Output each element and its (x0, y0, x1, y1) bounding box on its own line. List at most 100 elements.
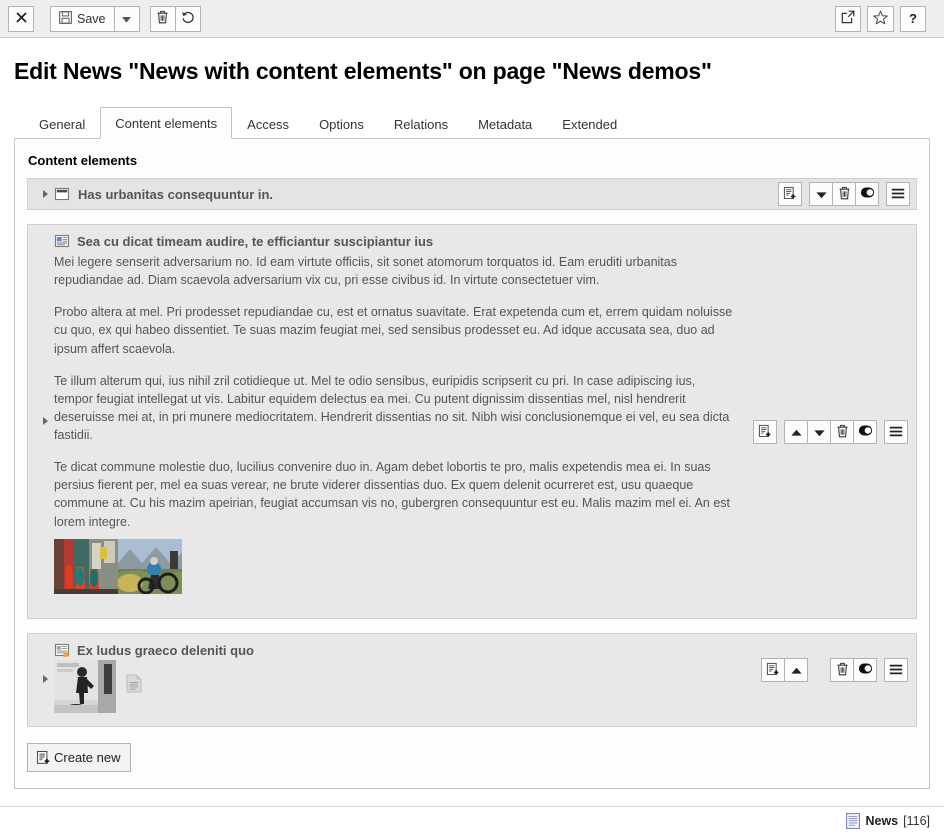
trash-icon (156, 10, 169, 27)
new-record-icon (36, 750, 51, 765)
help-question-mark-icon: ? (909, 11, 917, 26)
save-button[interactable]: Save (50, 6, 115, 32)
content-elements-panel: Content elements Has urbanitas consequun… (14, 139, 930, 789)
chevron-right-icon (43, 190, 48, 198)
open-in-new-window-icon (841, 10, 855, 27)
new-record-icon (783, 186, 797, 203)
caret-down-icon (122, 12, 131, 26)
record-2-paragraph-2: Probo altera at mel. Pri prodesset repud… (54, 303, 734, 357)
record-2-body: Sea cu dicat timeam audire, te efficiant… (54, 233, 908, 594)
trash-icon (836, 662, 849, 679)
record-3-move-up-button[interactable] (784, 658, 808, 682)
star-icon (873, 10, 888, 28)
document-header-toolbar: Save (0, 0, 944, 38)
undo-history-icon (181, 10, 195, 27)
record-2-create-group (753, 420, 777, 444)
record-2-delete-button[interactable] (830, 420, 854, 444)
toggle-visibility-icon (858, 662, 873, 678)
record-3-expand-toggle[interactable] (36, 675, 54, 683)
page-title: Edit News "News with content elements" o… (14, 58, 930, 85)
record-3-header: Ex ludus graeco deleniti quo (54, 642, 908, 658)
record-1-sort-group (886, 182, 910, 206)
record-1-drag-handle-button[interactable] (886, 182, 910, 206)
record-2-move-down-button[interactable] (807, 420, 831, 444)
close-x-icon (16, 12, 27, 26)
floppy-disk-icon (59, 11, 72, 27)
tab-bar: General Content elements Access Options … (14, 107, 930, 139)
news-record-icon (846, 813, 860, 829)
record-1-move-down-button[interactable] (809, 182, 833, 206)
record-1-new-record-button[interactable] (778, 182, 802, 206)
inline-record-1[interactable]: Has urbanitas consequuntur in. (27, 178, 917, 210)
record-2-expand-toggle[interactable] (36, 417, 54, 425)
tab-options[interactable]: Options (304, 108, 379, 139)
record-2-paragraph-3: Te illum alterum qui, ius nihil zril cot… (54, 372, 734, 445)
save-button-label: Save (77, 12, 106, 26)
record-2-toggle-visibility-button[interactable] (853, 420, 877, 444)
open-in-new-window-button[interactable] (835, 6, 861, 32)
new-record-icon (758, 424, 772, 441)
module-body: Edit News "News with content elements" o… (0, 58, 944, 789)
record-2-sort-group (884, 420, 908, 444)
footer-record-name: News (865, 814, 898, 828)
record-2-thumbnails (54, 539, 908, 594)
record-2-header: Sea cu dicat timeam audire, te efficiant… (54, 233, 908, 249)
record-3-new-record-button[interactable] (761, 658, 785, 682)
record-2-move-group (784, 420, 877, 444)
save-dropdown-button[interactable] (114, 6, 140, 32)
tab-metadata[interactable]: Metadata (463, 108, 547, 139)
record-3-toggle-visibility-button[interactable] (853, 658, 877, 682)
record-2-paragraph-1: Mei legere senserit adversarium no. Id e… (54, 253, 734, 289)
record-3-drag-handle-button[interactable] (884, 658, 908, 682)
toggle-visibility-icon (860, 186, 875, 202)
undo-history-button[interactable] (175, 6, 201, 32)
close-button[interactable] (8, 6, 34, 32)
secondary-action-group: ? (835, 6, 926, 32)
record-2-move-up-button[interactable] (784, 420, 808, 444)
record-3-sort-group (884, 658, 908, 682)
record-3-create-group (761, 658, 808, 682)
move-up-icon (791, 425, 802, 440)
footer-record-count: [116] (903, 814, 930, 828)
chevron-right-icon (43, 675, 48, 683)
move-up-icon (791, 663, 802, 678)
delete-record-button[interactable] (150, 6, 176, 32)
tab-relations[interactable]: Relations (379, 108, 463, 139)
chevron-right-icon (43, 417, 48, 425)
bookmark-button[interactable] (867, 6, 894, 32)
record-3-delete-button[interactable] (830, 658, 854, 682)
inline-record-3[interactable]: Ex ludus graeco deleniti quo (27, 633, 917, 727)
record-2-actions (753, 420, 908, 444)
primary-action-group (8, 6, 40, 32)
tab-general[interactable]: General (24, 108, 100, 139)
tab-content-elements[interactable]: Content elements (100, 107, 232, 139)
record-2-drag-handle-button[interactable] (884, 420, 908, 444)
record-2-title: Sea cu dicat timeam audire, te efficiant… (77, 234, 433, 249)
record-action-group (150, 6, 201, 32)
create-new-button[interactable]: Create new (27, 743, 131, 772)
move-down-icon (814, 425, 825, 440)
sort-drag-handle-icon (889, 663, 903, 678)
record-3-title: Ex ludus graeco deleniti quo (77, 643, 254, 658)
record-3-modify-group (830, 658, 877, 682)
content-element-header-icon (54, 186, 70, 202)
trash-icon (836, 424, 849, 441)
tab-extended[interactable]: Extended (547, 108, 632, 139)
save-action-group: Save (50, 6, 140, 32)
sort-drag-handle-icon (889, 425, 903, 440)
record-1-expand-toggle[interactable] (36, 190, 54, 198)
image-thumbnail-cyclist (118, 539, 182, 594)
tab-access[interactable]: Access (232, 108, 304, 139)
record-1-toggle-visibility-button[interactable] (855, 182, 879, 206)
file-placeholder-icon (126, 674, 142, 696)
record-info-footer: News [116] (0, 806, 944, 834)
inline-record-2[interactable]: Sea cu dicat timeam audire, te efficiant… (27, 224, 917, 619)
help-button[interactable]: ? (900, 6, 926, 32)
record-1-delete-button[interactable] (832, 182, 856, 206)
content-element-textmedia-icon (54, 642, 70, 658)
record-3-actions (761, 658, 908, 682)
image-thumbnail-interior (54, 539, 118, 594)
image-thumbnail-skateboarder (54, 660, 116, 716)
record-2-new-record-button[interactable] (753, 420, 777, 444)
section-title: Content elements (28, 153, 917, 168)
